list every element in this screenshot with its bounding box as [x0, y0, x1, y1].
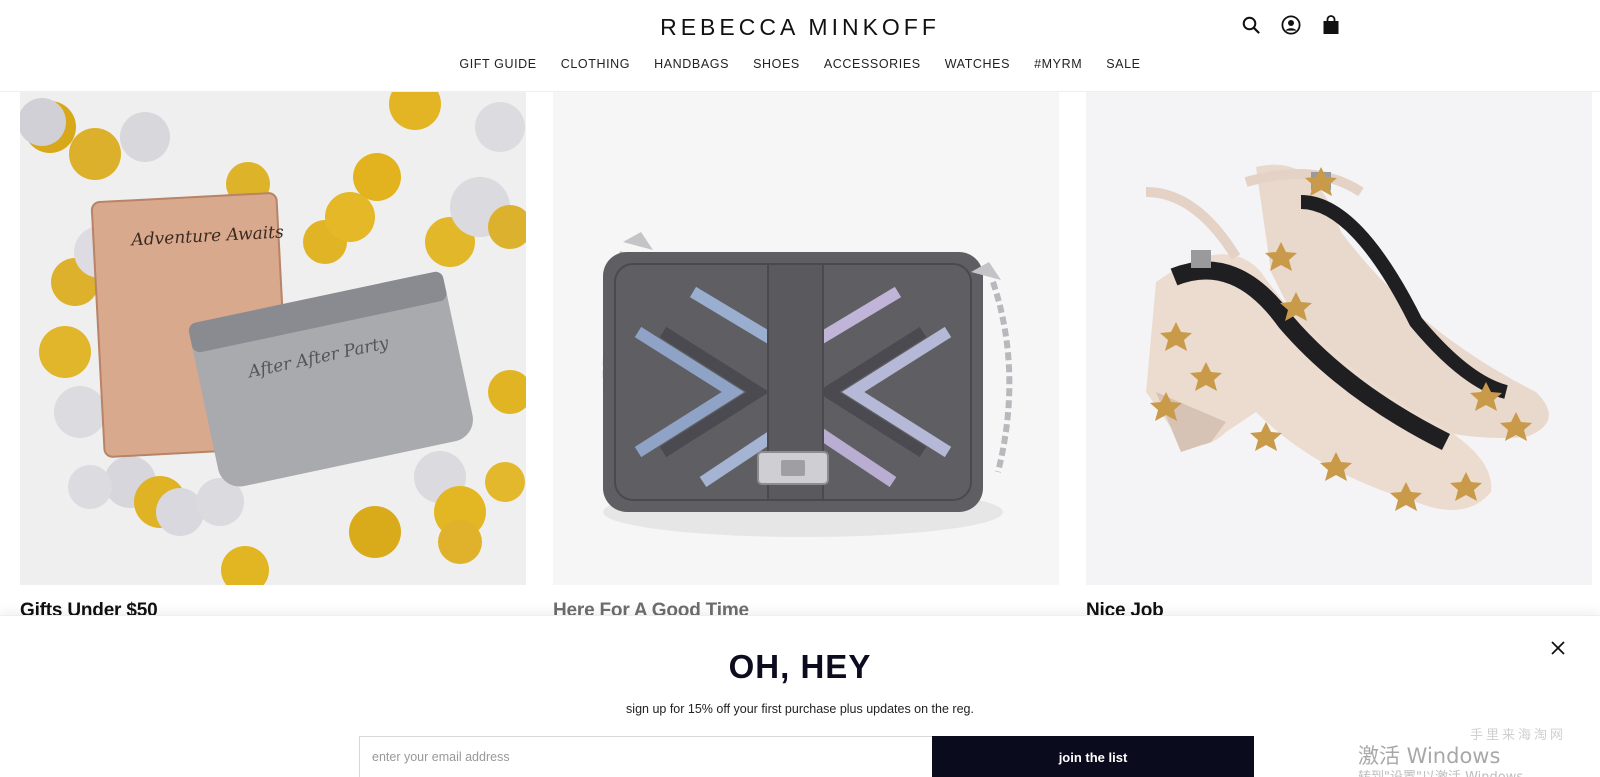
product-image-chevron-bag[interactable] — [553, 92, 1059, 585]
join-list-button[interactable]: join the list — [932, 736, 1254, 777]
email-input[interactable] — [359, 736, 932, 777]
product-image-passport-pouch[interactable]: Adventure Awaits After After Party — [20, 92, 526, 585]
main-nav: GIFT GUIDE CLOTHING HANDBAGS SHOES ACCES… — [0, 57, 1600, 71]
popup-heading: OH, HEY — [728, 648, 872, 685]
nav-item-watches[interactable]: WATCHES — [945, 57, 1010, 71]
account-icon[interactable] — [1280, 14, 1302, 36]
nav-item-clothing[interactable]: CLOTHING — [561, 57, 630, 71]
nav-item-myrm[interactable]: #MYRM — [1034, 57, 1082, 71]
popup-subtext: sign up for 15% off your first purchase … — [626, 702, 974, 716]
brand-logo[interactable]: REBECCA MINKOFF — [0, 14, 1600, 41]
shopping-bag-icon[interactable] — [1320, 14, 1342, 36]
signup-form: join the list — [359, 736, 1254, 777]
product-card-here-for-a-good-time[interactable]: Here For A Good Time — [553, 92, 1059, 622]
header-icons — [1240, 14, 1342, 36]
nav-item-gift-guide[interactable]: GIFT GUIDE — [459, 57, 536, 71]
windows-activation-subtext: 转到"设置"以激活 Windows。 — [1358, 766, 1536, 777]
nav-item-accessories[interactable]: ACCESSORIES — [824, 57, 921, 71]
nav-item-shoes[interactable]: SHOES — [753, 57, 800, 71]
product-card-nice-job[interactable]: Nice Job — [1086, 92, 1592, 622]
site-header: REBECCA MINKOFF GIFT GUIDE CLOTHING HAND… — [0, 0, 1600, 92]
nav-item-sale[interactable]: SALE — [1106, 57, 1140, 71]
product-image-star-pumps[interactable] — [1086, 92, 1592, 585]
product-card-gifts-under-50[interactable]: Adventure Awaits After After Party Gifts… — [20, 92, 526, 622]
nav-item-handbags[interactable]: HANDBAGS — [654, 57, 729, 71]
search-icon[interactable] — [1240, 14, 1262, 36]
